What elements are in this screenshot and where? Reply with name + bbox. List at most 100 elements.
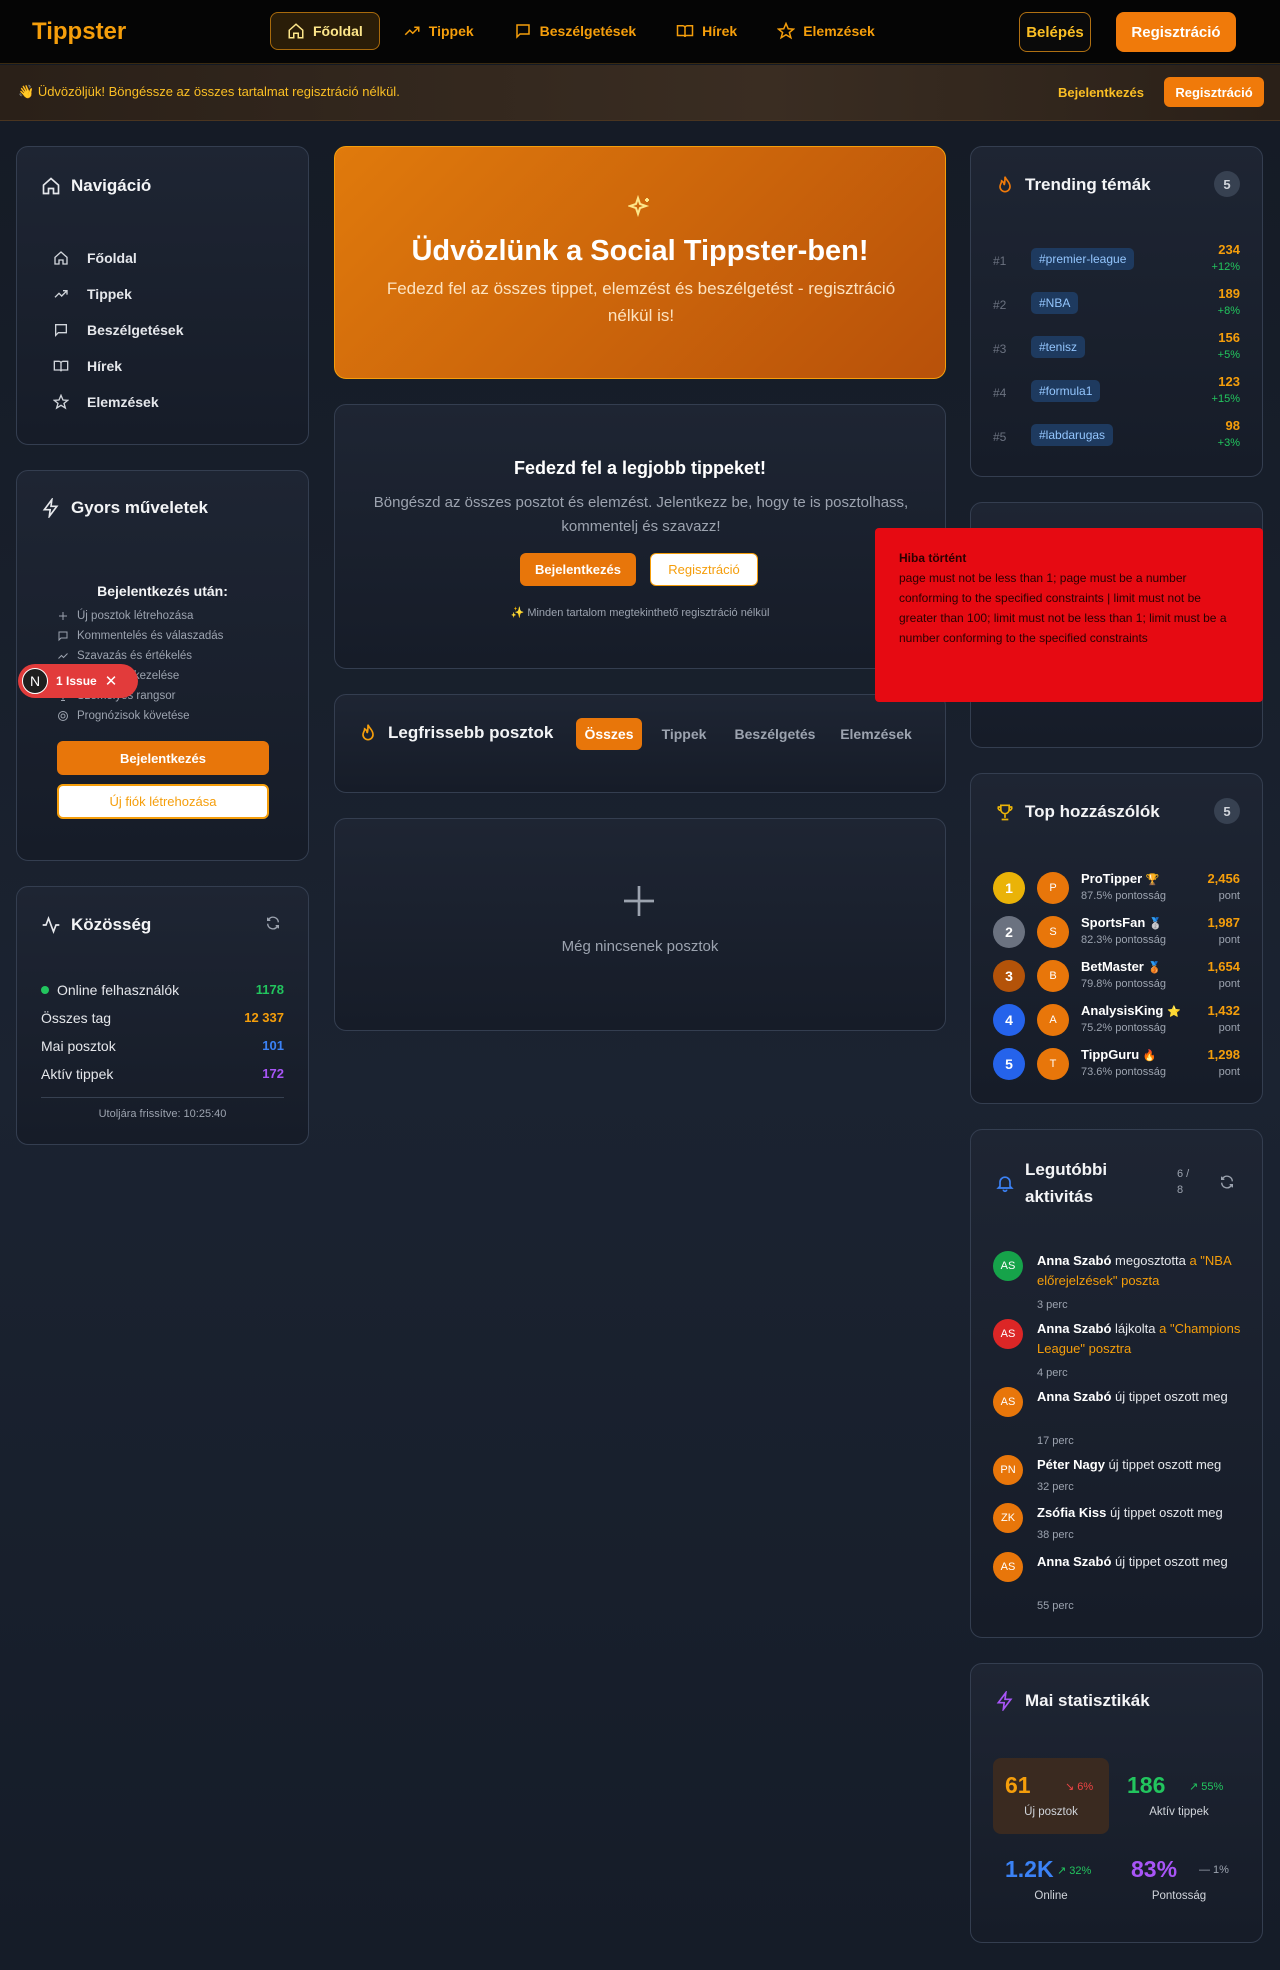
hashtag[interactable]: #NBA [1031, 292, 1079, 314]
star-icon [777, 22, 796, 40]
contributors-count-badge: 5 [1214, 798, 1240, 824]
issue-badge[interactable]: N 1 Issue ✕ [18, 664, 138, 698]
main-nav: Főoldal Tippek Beszélgetések Hírek Elemz… [270, 12, 892, 50]
contributor-row[interactable]: 2 S SportsFan 🥈 82.3% pontosság 1,987 pont [993, 912, 1240, 952]
trending-item[interactable]: #1 #premier-league 234 +12% [993, 242, 1240, 282]
contributor-row[interactable]: 5 T TippGuru 🔥 73.6% pontosság 1,298 pont [993, 1044, 1240, 1084]
error-text: page must not be less than 1; page must … [899, 571, 1227, 645]
top-navbar: Tippster Főoldal Tippek Beszélgetések Hí… [0, 0, 1280, 64]
quick-login-button[interactable]: Bejelentkezés [57, 741, 269, 775]
trending-title: Trending témák [995, 175, 1151, 195]
tab-tips[interactable]: Tippek [652, 718, 716, 750]
flame-icon [362, 724, 374, 741]
nav-news[interactable]: Hírek [659, 12, 754, 50]
recent-activity-card: Legutóbbi aktivitás 6 / 8 AS Anna Szabó m… [970, 1129, 1263, 1638]
quick-actions-title: Gyors műveletek [41, 498, 208, 518]
trending-count-badge: 5 [1214, 171, 1240, 197]
hashtag[interactable]: #labdarugas [1031, 424, 1114, 446]
tab-all[interactable]: Összes [576, 718, 642, 750]
discover-login-button[interactable]: Bejelentkezés [520, 553, 636, 586]
stat-online: 1.2K ↗ 32% Online [1005, 1856, 1092, 1902]
rank-badge: 4 [993, 1004, 1025, 1036]
next-logo-icon: N [22, 668, 48, 694]
nav-discussions[interactable]: Beszélgetések [497, 12, 654, 50]
last-updated: Utoljára frissítve: 10:25:40 [98, 1108, 227, 1120]
contributor-row[interactable]: 1 P ProTipper 🏆 87.5% pontosság 2,456 pont [993, 868, 1240, 908]
sidebar-item-tips[interactable]: Tippek [53, 286, 132, 302]
trending-item[interactable]: #3 #tenisz 156 +5% [993, 330, 1240, 370]
banner-register-button[interactable]: Regisztráció [1164, 77, 1264, 107]
target-icon [58, 711, 68, 721]
latest-posts-title: Legfrissebb posztok [358, 723, 553, 743]
divider [41, 1097, 284, 1098]
empty-posts-card: Még nincsenek posztok [334, 818, 946, 1031]
stat-active-tips: Aktív tippek 172 [41, 1066, 284, 1082]
stat-online-users: Online felhasználók 1178 [41, 982, 284, 998]
rank-badge: 2 [993, 916, 1025, 948]
home-icon [288, 23, 304, 39]
top-contributors-card: Top hozzászólók 5 1 P ProTipper 🏆 87.5% pon… [970, 773, 1263, 1104]
message-icon [58, 631, 68, 642]
logo[interactable]: Tippster [32, 18, 126, 46]
rank-badge: 3 [993, 960, 1025, 992]
banner-message: 👋 Üdvözöljük! Böngéssze az összes tartal… [18, 84, 400, 99]
plus-icon [59, 612, 67, 620]
discover-card: Fedezd fel a legjobb tippeket! Böngészd … [334, 404, 946, 669]
contributor-row[interactable]: 3 B BetMaster 🥉 79.8% pontosság 1,654 pont [993, 956, 1240, 996]
community-title: Közösség [41, 915, 151, 935]
rank-badge: 1 [993, 872, 1025, 904]
discover-register-button[interactable]: Regisztráció [650, 553, 758, 586]
avatar: AS [993, 1251, 1023, 1281]
sidebar-item-analysis[interactable]: Elemzések [53, 394, 159, 410]
discover-text: Böngészd az összes posztot és elemzést. … [373, 494, 909, 535]
flame-icon [999, 176, 1011, 193]
empty-posts-text: Még nincsenek posztok [561, 938, 719, 955]
avatar: AS [993, 1387, 1023, 1417]
close-icon[interactable]: ✕ [105, 672, 118, 690]
nav-tips[interactable]: Tippek [386, 12, 491, 50]
nav-home[interactable]: Főoldal [270, 12, 380, 50]
refresh-icon[interactable] [1219, 1174, 1235, 1190]
lightning-icon [996, 1691, 1013, 1711]
medal-icon: 🥈 [1148, 918, 1163, 930]
rank-badge: 5 [993, 1048, 1025, 1080]
navigation-title: Navigáció [41, 176, 151, 196]
activity-count: 6 / 8 [1177, 1168, 1190, 1196]
tab-discussion[interactable]: Beszélgetés [728, 718, 822, 750]
tab-analysis[interactable]: Elemzések [834, 718, 918, 750]
trending-item[interactable]: #2 #NBA 189 +8% [993, 286, 1240, 326]
today-stats-card: Mai statisztikák 61 ↘ 6% Új posztok 186 … [970, 1663, 1263, 1943]
hashtag[interactable]: #tenisz [1031, 336, 1086, 358]
sidebar-item-news[interactable]: Hírek [53, 358, 122, 374]
recent-activity-title: Legutóbbi aktivitás [995, 1156, 1145, 1210]
trending-up-icon [54, 290, 68, 298]
sidebar-item-discussions[interactable]: Beszélgetések [53, 322, 184, 338]
trending-item[interactable]: #5 #labdarugas 98 +3% [993, 418, 1240, 458]
hashtag[interactable]: #formula1 [1031, 380, 1101, 402]
plus-icon [624, 886, 654, 916]
trending-item[interactable]: #4 #formula1 123 +15% [993, 374, 1240, 414]
star-icon [53, 394, 69, 410]
nav-analysis[interactable]: Elemzések [760, 12, 892, 50]
quick-item-comment: Kommentelés és válaszadás [57, 630, 223, 642]
avatar: P [1037, 872, 1069, 904]
sparkles-icon [628, 195, 650, 218]
avatar: PN [993, 1455, 1023, 1485]
trending-card: Trending témák 5 #1 #premier-league 234 +12… [970, 146, 1263, 477]
top-contributors-title: Top hozzászólók [995, 802, 1160, 822]
avatar: AS [993, 1552, 1023, 1582]
login-button[interactable]: Belépés [1019, 12, 1091, 52]
refresh-icon[interactable] [265, 915, 281, 931]
hashtag[interactable]: #premier-league [1031, 248, 1135, 270]
register-button[interactable]: Regisztráció [1116, 12, 1236, 52]
hero-title: Üdvözlünk a Social Tippster-ben! [411, 235, 869, 267]
discover-note: ✨ Minden tartalom megtekinthető regisztr… [510, 607, 770, 619]
book-icon [53, 360, 69, 372]
today-stats-title: Mai statisztikák [995, 1691, 1150, 1711]
trophy-icon [997, 804, 1013, 821]
quick-register-button[interactable]: Új fiók létrehozása [57, 784, 269, 819]
avatar: T [1037, 1048, 1069, 1080]
sidebar-item-home[interactable]: Főoldal [53, 250, 137, 266]
contributor-row[interactable]: 4 A AnalysisKing ⭐ 75.2% pontosság 1,432 pont [993, 1000, 1240, 1040]
banner-login-link[interactable]: Bejelentkezés [1058, 85, 1144, 100]
